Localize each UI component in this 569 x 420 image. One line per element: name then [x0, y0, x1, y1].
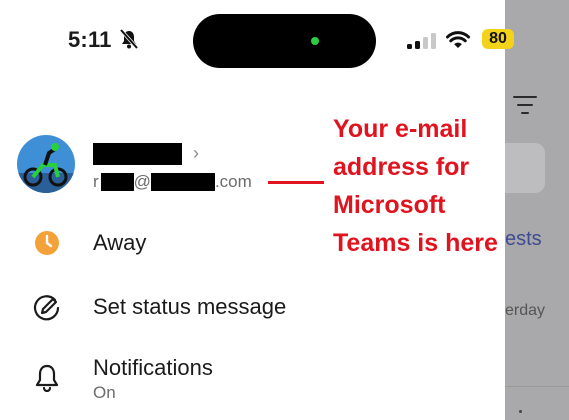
- menu-item-sublabel: On: [93, 383, 116, 402]
- divider: [505, 386, 569, 387]
- menu-item-label: Set status message: [93, 294, 287, 319]
- email-domain: .com: [214, 172, 252, 191]
- filter-icon: [513, 96, 537, 116]
- annotation-line: Your e-mail: [333, 115, 468, 143]
- cellular-signal-icon: [407, 33, 437, 49]
- menu-item-away[interactable]: Away: [0, 220, 505, 266]
- avatar[interactable]: [17, 135, 75, 193]
- dimmed-background-pane[interactable]: ests erday: [505, 0, 569, 420]
- dot-fragment: [519, 410, 522, 413]
- annotation-line: Microsoft: [333, 191, 446, 219]
- menu-item-label: Notifications: [93, 355, 213, 380]
- annotation-pointer-line: [268, 181, 324, 184]
- dynamic-island: [193, 14, 376, 68]
- email-redaction: [100, 173, 134, 191]
- email-redaction: [150, 173, 215, 191]
- battery-indicator: 80: [482, 29, 514, 49]
- chevron-right-icon[interactable]: ›: [193, 143, 199, 164]
- wifi-icon: [446, 31, 470, 48]
- camera-indicator-icon: [311, 37, 319, 45]
- away-clock-icon: [35, 231, 59, 255]
- day-label-fragment: erday: [505, 302, 546, 319]
- menu-item-label: Away: [93, 230, 147, 255]
- bell-icon: [35, 364, 59, 392]
- menu-item-notifications[interactable]: Notifications On: [0, 346, 505, 410]
- email-prefix: r: [93, 172, 99, 191]
- display-name-redacted[interactable]: [93, 143, 182, 165]
- edit-status-icon: [33, 295, 60, 321]
- annotation-line: address for: [333, 153, 470, 181]
- email-at: @: [133, 172, 151, 191]
- status-time: 5:11: [68, 27, 112, 52]
- email-address: r @ .com: [93, 172, 252, 192]
- menu-item-set-status-message[interactable]: Set status message: [0, 284, 505, 330]
- silent-mode-icon: [119, 28, 139, 50]
